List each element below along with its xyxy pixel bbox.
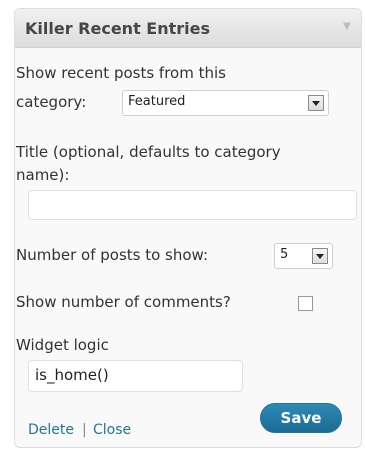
category-label-line1: Show recent posts from this (16, 64, 226, 82)
delete-link[interactable]: Delete (28, 422, 74, 438)
collapse-arrow-icon[interactable]: ▼ (339, 19, 355, 35)
widget-logic-input[interactable]: is_home() (28, 360, 243, 392)
widget-logic-value: is_home() (35, 366, 109, 384)
widget-title: Killer Recent Entries (25, 19, 210, 38)
num-posts-select[interactable]: 5 (274, 243, 333, 269)
chevron-down-icon[interactable] (308, 95, 324, 111)
num-posts-label: Number of posts to show: (16, 246, 209, 264)
category-label-line2: category: (16, 93, 87, 111)
title-input[interactable] (28, 190, 357, 220)
widget-logic-label: Widget logic (16, 336, 109, 354)
title-label-line2: name): (16, 166, 70, 184)
chevron-down-icon[interactable] (312, 248, 328, 264)
save-button[interactable]: Save (260, 403, 342, 433)
link-separator: | (82, 422, 87, 438)
category-select-value: Featured (128, 94, 186, 109)
show-comments-label: Show number of comments? (16, 293, 231, 311)
num-posts-value: 5 (280, 247, 289, 262)
close-link[interactable]: Close (93, 422, 131, 438)
show-comments-checkbox[interactable] (298, 296, 313, 311)
category-select[interactable]: Featured (122, 90, 329, 116)
widget-header[interactable]: Killer Recent Entries ▼ (15, 9, 361, 48)
title-label-line1: Title (optional, defaults to category (16, 143, 281, 161)
